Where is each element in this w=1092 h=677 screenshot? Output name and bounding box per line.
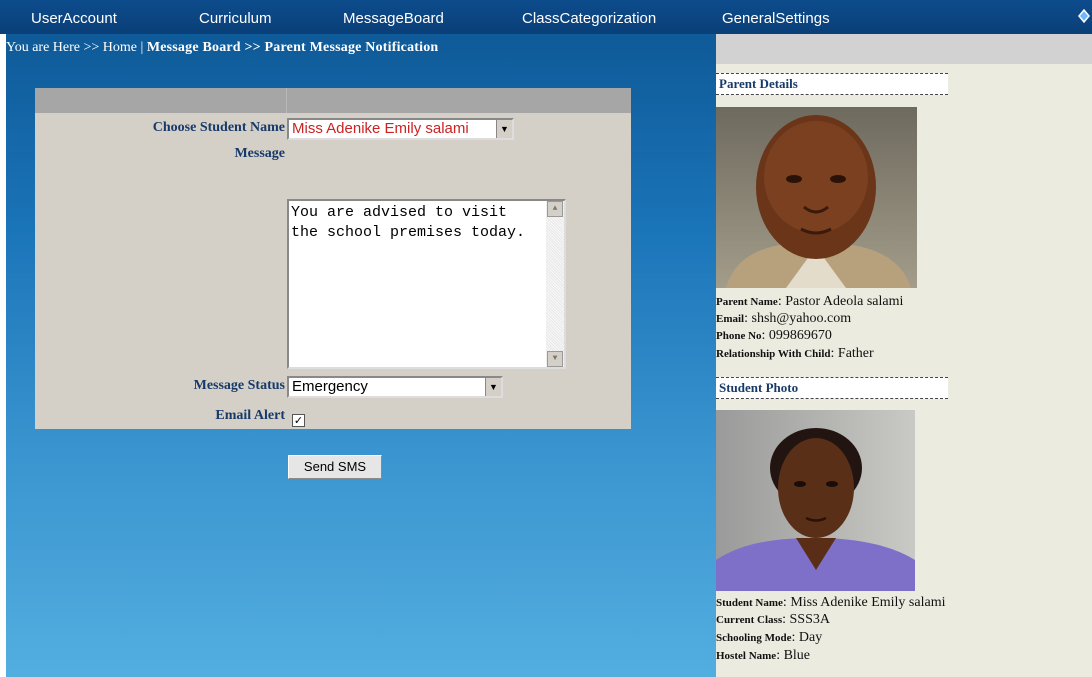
student-class-value: SSS3A [789, 612, 830, 627]
student-name-select[interactable]: Miss Adenike Emily salami ▼ [287, 118, 514, 140]
parent-name-value: Pastor Adeola salami [785, 294, 904, 309]
parent-email-row: Email: shsh@yahoo.com [716, 311, 852, 326]
parent-phone-key: Phone No [716, 330, 762, 342]
parent-relationship-value: Father [837, 346, 874, 361]
student-name-info-value: Miss Adenike Emily salami [790, 595, 946, 610]
message-textarea[interactable]: You are advised to visit the school prem… [287, 199, 566, 369]
dropdown-arrow-icon[interactable]: ▼ [496, 120, 512, 138]
top-navigation-bar: UserAccount Curriculum MessageBoard Clas… [0, 0, 1092, 34]
breadcrumb-current: Message Board >> Parent Message Notifica… [146, 40, 439, 55]
student-hostel-key: Hostel Name [716, 650, 777, 662]
message-label: Message [234, 146, 285, 161]
form-panel-header [35, 88, 631, 113]
breadcrumb: You are Here >> Home | Message Board >> … [6, 40, 438, 56]
student-hostel-value: Blue [783, 648, 811, 663]
breadcrumb-prefix: You are Here >> Home | [6, 40, 144, 55]
parent-name-key: Parent Name [716, 296, 778, 308]
parent-name-row: Parent Name: Pastor Adeola salami [716, 294, 904, 309]
student-class-row: Current Class: SSS3A [716, 612, 830, 627]
parent-relationship-key: Relationship With Child [716, 348, 831, 360]
dropdown-arrow-icon[interactable]: ▼ [485, 378, 501, 396]
student-photo-heading: Student Photo [716, 377, 948, 399]
checkmark-icon: ✓ [293, 414, 304, 427]
send-sms-button[interactable]: Send SMS [288, 455, 382, 479]
parent-email-key: Email [716, 313, 745, 325]
parent-email-value: shsh@yahoo.com [751, 311, 852, 326]
email-alert-checkbox[interactable]: ✓ [292, 414, 305, 427]
panel-divider [286, 88, 287, 113]
nav-item-curriculum[interactable]: Curriculum [199, 10, 272, 27]
details-sidebar: Parent Details Parent Name: Pastor Adeol… [716, 34, 1092, 677]
parent-phone-value: 099869670 [768, 328, 832, 343]
student-mode-value: Day [798, 630, 823, 645]
parent-details-heading: Parent Details [716, 73, 948, 95]
student-name-row: Student Name: Miss Adenike Emily salami [716, 595, 946, 610]
student-name-value: Miss Adenike Emily salami [292, 120, 469, 137]
student-hostel-row: Hostel Name: Blue [716, 648, 811, 663]
parent-phone-row: Phone No: 099869670 [716, 328, 832, 343]
student-name-key: Student Name [716, 597, 783, 609]
email-alert-label: Email Alert [215, 408, 285, 423]
scroll-up-icon[interactable]: ▲ [547, 201, 563, 217]
sidebar-header [716, 34, 1092, 64]
student-name-label: Choose Student Name [152, 120, 285, 135]
nav-item-generalsettings[interactable]: GeneralSettings [722, 10, 830, 27]
message-text: You are advised to visit the school prem… [291, 204, 526, 241]
nav-item-useraccount[interactable]: UserAccount [31, 10, 117, 27]
student-photo [716, 410, 915, 591]
parent-relationship-row: Relationship With Child: Father [716, 346, 874, 361]
message-status-label: Message Status [193, 378, 285, 393]
message-status-select[interactable]: Emergency ▼ [287, 376, 503, 398]
student-class-key: Current Class [716, 614, 783, 626]
parent-photo [716, 107, 917, 288]
message-status-value: Emergency [292, 378, 368, 395]
nav-item-classcategorization[interactable]: ClassCategorization [522, 10, 656, 27]
message-form-panel: Choose Student Name Miss Adenike Emily s… [35, 88, 631, 429]
message-scrollbar[interactable]: ▲ ▼ [546, 201, 564, 367]
student-mode-key: Schooling Mode [716, 632, 792, 644]
diamond-icon[interactable] [1078, 9, 1090, 23]
main-content: You are Here >> Home | Message Board >> … [6, 34, 716, 677]
nav-item-messageboard[interactable]: MessageBoard [343, 10, 444, 27]
scroll-down-icon[interactable]: ▼ [547, 351, 563, 367]
student-mode-row: Schooling Mode: Day [716, 630, 823, 645]
